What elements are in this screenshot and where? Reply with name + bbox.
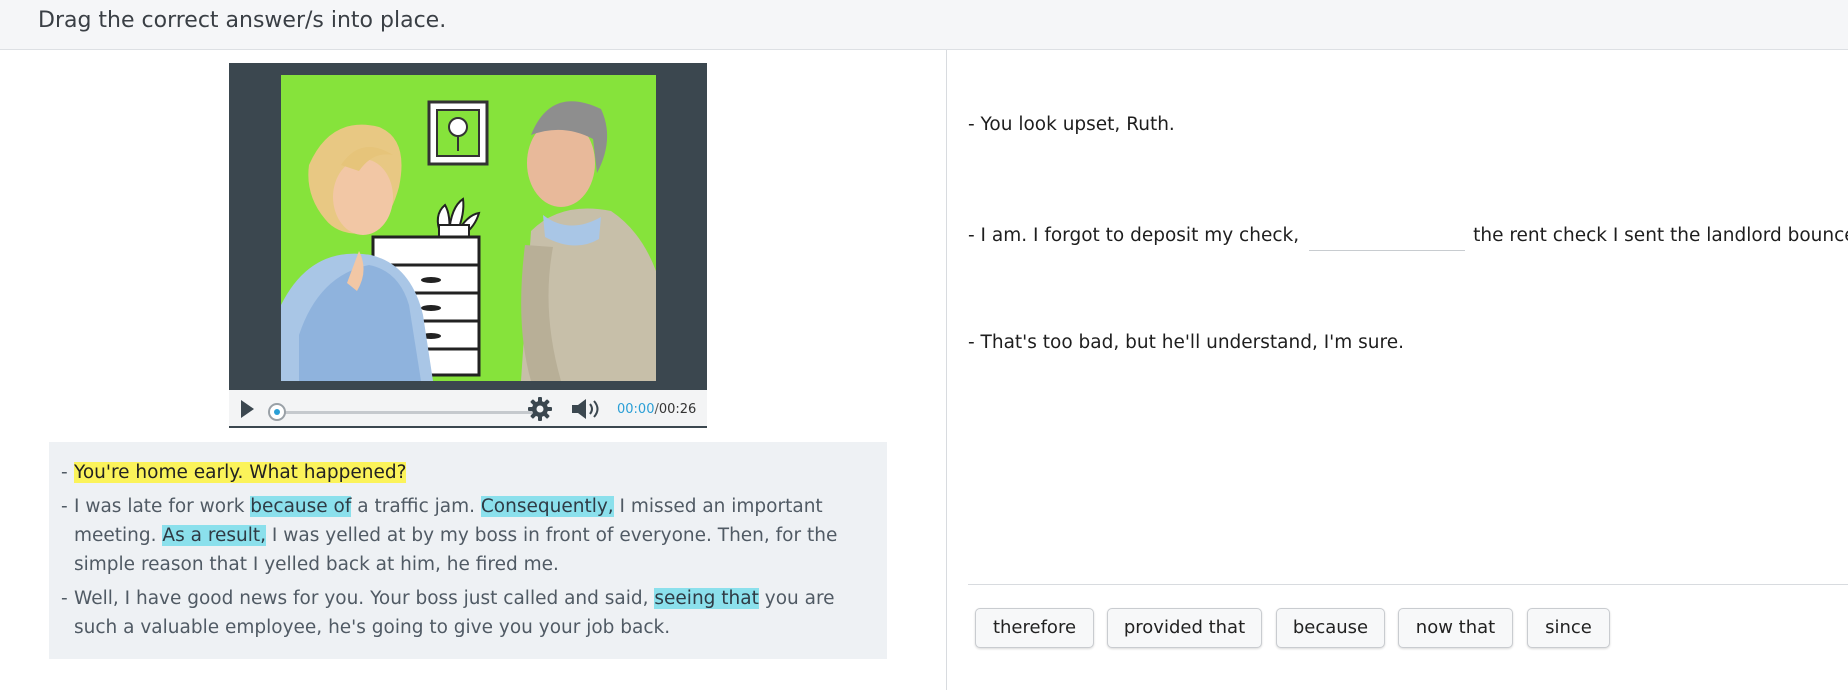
video-controls: 00:00/00:26	[229, 390, 707, 428]
time-display: 00:00/00:26	[617, 402, 696, 417]
duration: 00:26	[658, 402, 697, 417]
transcript-dash: -	[61, 462, 68, 483]
dialogue-line-3: - That's too bad, but he'll understand, …	[968, 332, 1404, 353]
dialogue-line-2-after: the rent check I sent the landlord bounc…	[1473, 225, 1848, 246]
current-time: 00:00	[617, 402, 655, 417]
word-bank-divider	[968, 584, 1848, 585]
answer-drop-zone[interactable]	[1309, 222, 1466, 251]
transcript-dash: -	[61, 588, 68, 609]
panel-divider	[946, 50, 947, 690]
highlighted-phrase: Consequently,	[480, 496, 614, 517]
dialogue-line-2: - I am. I forgot to deposit my check, the…	[968, 222, 1848, 251]
transcript-box: - You're home early. What happened? - I was…	[49, 442, 887, 659]
word-chip-because[interactable]: because	[1276, 608, 1385, 648]
play-icon[interactable]	[241, 400, 254, 418]
transcript-segment: I was late for work	[74, 496, 251, 517]
transcript-line: - You're home early. What happened?	[61, 458, 875, 487]
highlighted-phrase: because of	[250, 496, 352, 517]
dialogue-line-2-before: - I am. I forgot to deposit my check,	[968, 225, 1300, 246]
volume-icon[interactable]	[570, 397, 604, 421]
video-frame	[281, 75, 656, 381]
word-chip-now-that[interactable]: now that	[1398, 608, 1513, 648]
header-bar: Drag the correct answer/s into place.	[0, 0, 1848, 50]
word-chip-provided-that[interactable]: provided that	[1107, 608, 1262, 648]
transcript-segment: a traffic jam.	[351, 496, 481, 517]
transcript-text: I was late for work because of a traffic…	[74, 492, 875, 579]
word-chip-therefore[interactable]: therefore	[975, 608, 1094, 648]
transcript-dash: -	[61, 496, 68, 517]
transcript-line: - Well, I have good news for you. Your bo…	[61, 584, 875, 642]
transcript-text: Well, I have good news for you. Your bos…	[74, 584, 875, 642]
seek-bar[interactable]	[279, 411, 537, 414]
word-chip-since[interactable]: since	[1527, 608, 1610, 648]
seek-handle[interactable]	[268, 403, 286, 421]
transcript-text: You're home early. What happened?	[74, 458, 875, 487]
highlighted-phrase: seeing that	[654, 588, 759, 609]
gear-icon[interactable]	[527, 396, 553, 422]
transcript-segment: Well, I have good news for you. Your bos…	[74, 588, 655, 609]
transcript-line: -I was late for work because of a traffi…	[61, 492, 875, 579]
dialogue-line-1: - You look upset, Ruth.	[968, 114, 1175, 135]
highlighted-phrase: You're home early. What happened?	[74, 462, 407, 483]
video-player[interactable]	[229, 63, 707, 390]
instruction-text: Drag the correct answer/s into place.	[38, 8, 447, 33]
highlighted-phrase: As a result,	[162, 525, 267, 546]
video-thumbnail-illustration	[281, 100, 656, 381]
